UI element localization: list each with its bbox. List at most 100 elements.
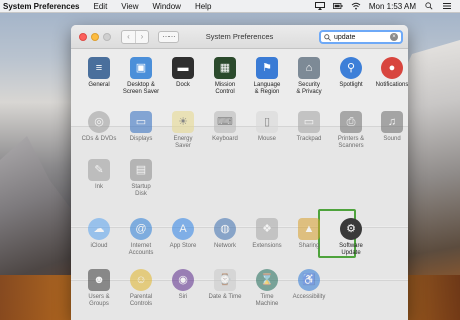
pane-date-time[interactable]: ⌚ Date & Time — [201, 269, 249, 301]
desktop-icon: ▣ — [130, 57, 152, 79]
menu-bar: System Preferences Edit View Window Help… — [0, 0, 460, 13]
spotlight-icon: ⚲ — [340, 57, 362, 79]
pane-trackpad[interactable]: ▭ Trackpad — [285, 111, 333, 143]
sharing-icon: ▲ — [298, 218, 320, 240]
disk-icon: ▤ — [130, 159, 152, 181]
pane-accessibility[interactable]: ♿ Accessibility — [285, 269, 333, 301]
pane-label: iCloud — [90, 243, 108, 249]
pane-internet-accounts[interactable]: @ Internet Accounts — [117, 218, 165, 257]
menu-edit[interactable]: Edit — [94, 2, 108, 11]
dock-icon: ▬ — [172, 57, 194, 79]
pane-label: Language & Region — [253, 82, 281, 95]
pane-software-update[interactable]: ⚙ Software Update — [327, 218, 375, 257]
trackpad-icon: ▭ — [298, 111, 320, 133]
menu-list-icon[interactable] — [442, 2, 452, 10]
mission-control-icon: ▦ — [214, 57, 236, 79]
pane-dock[interactable]: ▬ Dock — [159, 57, 207, 89]
pane-label: General — [88, 82, 110, 88]
mouse-icon: ▯ — [256, 111, 278, 133]
ink-icon: ✎ — [88, 159, 110, 181]
pane-label: CDs & DVDs — [81, 136, 117, 142]
pane-startup-disk[interactable]: ▤ Startup Disk — [117, 159, 165, 198]
gear-icon: ⚙ — [340, 218, 362, 240]
pane-label: Displays — [129, 136, 153, 142]
pane-desktop-screen-saver[interactable]: ▣ Desktop & Screen Saver — [117, 57, 165, 96]
speaker-icon: ♫ — [381, 111, 403, 133]
back-button[interactable]: ‹ — [122, 31, 135, 43]
pane-language-region[interactable]: ⚑ Language & Region — [243, 57, 291, 96]
search-icon — [324, 33, 331, 41]
pane-icloud[interactable]: ☁ iCloud — [75, 218, 123, 250]
menu-help[interactable]: Help — [195, 2, 211, 11]
close-window-button[interactable] — [79, 32, 87, 41]
pane-network[interactable]: ◍ Network — [201, 218, 249, 250]
pane-app-store[interactable]: A App Store — [159, 218, 207, 250]
menu-clock[interactable]: Mon 1:53 AM — [369, 2, 416, 11]
pane-security-privacy[interactable]: ⌂ Security & Privacy — [285, 57, 333, 96]
battery-icon[interactable] — [332, 2, 343, 10]
flag-icon: ⚑ — [256, 57, 278, 79]
clear-search-icon[interactable]: × — [390, 33, 398, 41]
pane-keyboard[interactable]: ⌨ Keyboard — [201, 111, 249, 143]
pane-mission-control[interactable]: ▦ Mission Control — [201, 57, 249, 96]
pane-siri[interactable]: ◉ Siri — [159, 269, 207, 301]
pane-label: Ink — [94, 184, 103, 190]
window-titlebar: ‹ › ⋯⋯ System Preferences update × — [71, 25, 408, 49]
time-machine-icon: ⌛ — [256, 269, 278, 291]
zoom-window-button[interactable] — [103, 32, 111, 41]
pane-time-machine[interactable]: ⌛ Time Machine — [243, 269, 291, 308]
disc-icon: ◎ — [88, 111, 110, 133]
show-all-button[interactable]: ⋯⋯ — [158, 30, 179, 43]
pane-label: Mission Control — [214, 82, 236, 95]
pane-label: Network — [213, 243, 236, 249]
pane-notifications[interactable]: ● Notifications — [368, 57, 408, 89]
wifi-icon[interactable] — [351, 2, 361, 10]
pane-ink[interactable]: ✎ Ink — [75, 159, 123, 191]
search-input[interactable]: update — [334, 34, 390, 41]
pane-extensions[interactable]: ❖ Extensions — [243, 218, 291, 250]
pane-label: Keyboard — [212, 136, 238, 142]
at-icon: @ — [130, 218, 152, 240]
search-field[interactable]: update × — [319, 30, 403, 44]
pane-mouse[interactable]: ▯ Mouse — [243, 111, 291, 143]
pane-label: Sharing — [298, 243, 320, 249]
pane-cds-dvds[interactable]: ◎ CDs & DVDs — [75, 111, 123, 143]
pane-label: Parental Controls — [129, 294, 153, 307]
pane-label: Date & Time — [208, 294, 242, 300]
pane-general[interactable]: ≡ General — [75, 57, 123, 89]
pane-label: Siri — [178, 294, 188, 300]
chevron-right-icon: › — [140, 32, 144, 41]
menu-search-icon[interactable] — [424, 2, 434, 10]
airplay-icon[interactable] — [314, 2, 325, 10]
appstore-icon: A — [172, 218, 194, 240]
puzzle-icon: ❖ — [256, 218, 278, 240]
grid-icon: ⋯⋯ — [162, 33, 176, 41]
notifications-icon: ● — [381, 57, 403, 79]
pane-label: App Store — [169, 243, 197, 249]
pane-sharing[interactable]: ▲ Sharing — [285, 218, 333, 250]
pane-energy-saver[interactable]: ☀ Energy Saver — [159, 111, 207, 150]
pane-label: Extensions — [252, 243, 282, 249]
menu-app-name[interactable]: System Preferences — [3, 2, 80, 11]
menu-window[interactable]: Window — [153, 2, 181, 11]
users-icon: ☻ — [88, 269, 110, 291]
pane-label: Software Update — [339, 243, 363, 256]
pane-sound[interactable]: ♫ Sound — [368, 111, 408, 143]
printer-icon: ⎙ — [340, 111, 362, 133]
menu-view[interactable]: View — [121, 2, 138, 11]
pane-label: Desktop & Screen Saver — [122, 82, 160, 95]
chevron-left-icon: ‹ — [127, 32, 130, 41]
parental-icon: ☺ — [130, 269, 152, 291]
pane-users-groups[interactable]: ☻ Users & Groups — [75, 269, 123, 308]
pane-label: Users & Groups — [88, 294, 110, 307]
pane-label: Internet Accounts — [128, 243, 154, 256]
forward-button[interactable]: › — [135, 30, 148, 43]
pane-label: Dock — [176, 82, 190, 88]
pane-displays[interactable]: ▭ Displays — [117, 111, 165, 143]
pane-label: Notifications — [375, 82, 408, 88]
calendar-clock-icon: ⌚ — [214, 269, 236, 291]
keyboard-icon: ⌨ — [214, 111, 236, 133]
minimize-window-button[interactable] — [91, 32, 99, 41]
siri-icon: ◉ — [172, 269, 194, 291]
pane-parental-controls[interactable]: ☺ Parental Controls — [117, 269, 165, 308]
